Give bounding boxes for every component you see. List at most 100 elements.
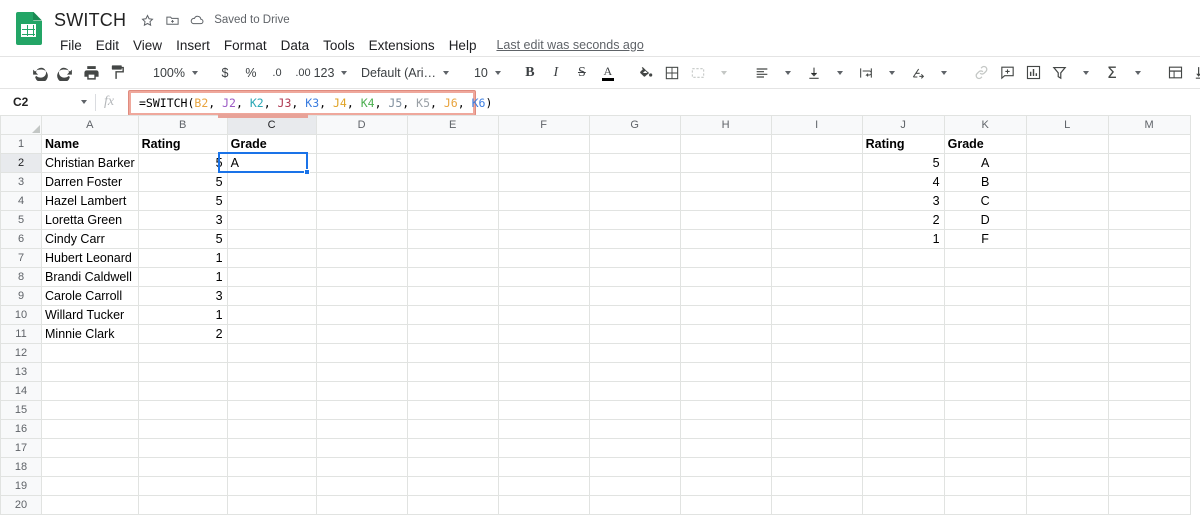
cell-F19[interactable]: [498, 477, 589, 496]
cell-A19[interactable]: [42, 477, 139, 496]
sheets-logo[interactable]: [10, 6, 48, 50]
cell-L14[interactable]: [1026, 382, 1108, 401]
cell-K8[interactable]: [944, 268, 1026, 287]
cell-J17[interactable]: [862, 439, 944, 458]
cell-M13[interactable]: [1108, 363, 1190, 382]
cell-F17[interactable]: [498, 439, 589, 458]
cell-L17[interactable]: [1026, 439, 1108, 458]
cell-I4[interactable]: [771, 192, 862, 211]
cell-D19[interactable]: [316, 477, 407, 496]
cell-C3[interactable]: [227, 173, 316, 192]
cell-E6[interactable]: [407, 230, 498, 249]
cell-B3[interactable]: 5: [138, 173, 227, 192]
cell-C8[interactable]: [227, 268, 316, 287]
cell-I8[interactable]: [771, 268, 862, 287]
cell-K14[interactable]: [944, 382, 1026, 401]
cell-A7[interactable]: Hubert Leonard: [42, 249, 139, 268]
column-header-l[interactable]: L: [1026, 116, 1108, 135]
cell-G10[interactable]: [589, 306, 680, 325]
column-header-a[interactable]: A: [42, 116, 139, 135]
cell-K4[interactable]: C: [944, 192, 1026, 211]
select-all-corner[interactable]: [1, 116, 42, 135]
cell-C18[interactable]: [227, 458, 316, 477]
valign-dropdown[interactable]: [827, 60, 853, 86]
menu-help[interactable]: Help: [442, 36, 484, 55]
cell-F7[interactable]: [498, 249, 589, 268]
cell-B5[interactable]: 3: [138, 211, 227, 230]
cell-J15[interactable]: [862, 401, 944, 420]
cell-B19[interactable]: [138, 477, 227, 496]
cell-F20[interactable]: [498, 496, 589, 515]
indent-less-icon[interactable]: [1189, 60, 1200, 86]
cell-F15[interactable]: [498, 401, 589, 420]
cell-H17[interactable]: [680, 439, 771, 458]
cell-I9[interactable]: [771, 287, 862, 306]
cell-G14[interactable]: [589, 382, 680, 401]
cell-E15[interactable]: [407, 401, 498, 420]
cell-A14[interactable]: [42, 382, 139, 401]
cell-H12[interactable]: [680, 344, 771, 363]
cell-B17[interactable]: [138, 439, 227, 458]
cell-E9[interactable]: [407, 287, 498, 306]
cell-A5[interactable]: Loretta Green: [42, 211, 139, 230]
menu-tools[interactable]: Tools: [316, 36, 362, 55]
cell-J9[interactable]: [862, 287, 944, 306]
cell-K20[interactable]: [944, 496, 1026, 515]
cell-H3[interactable]: [680, 173, 771, 192]
cell-B15[interactable]: [138, 401, 227, 420]
freeze-icon[interactable]: [1163, 60, 1189, 86]
cell-M6[interactable]: [1108, 230, 1190, 249]
cell-F11[interactable]: [498, 325, 589, 344]
chart-icon[interactable]: [1021, 60, 1047, 86]
cell-K15[interactable]: [944, 401, 1026, 420]
cell-L19[interactable]: [1026, 477, 1108, 496]
cell-D15[interactable]: [316, 401, 407, 420]
cell-C7[interactable]: [227, 249, 316, 268]
cell-G3[interactable]: [589, 173, 680, 192]
move-to-folder-icon[interactable]: [161, 9, 183, 31]
cell-G6[interactable]: [589, 230, 680, 249]
cell-I12[interactable]: [771, 344, 862, 363]
cell-F16[interactable]: [498, 420, 589, 439]
text-rotation-icon[interactable]: [905, 60, 931, 86]
row-header-8[interactable]: 8: [1, 268, 42, 287]
cell-M19[interactable]: [1108, 477, 1190, 496]
cell-D7[interactable]: [316, 249, 407, 268]
cell-G5[interactable]: [589, 211, 680, 230]
cell-M5[interactable]: [1108, 211, 1190, 230]
cell-M9[interactable]: [1108, 287, 1190, 306]
strikethrough-button[interactable]: S: [569, 60, 595, 86]
cell-I19[interactable]: [771, 477, 862, 496]
cell-F10[interactable]: [498, 306, 589, 325]
cell-M8[interactable]: [1108, 268, 1190, 287]
menu-format[interactable]: Format: [217, 36, 274, 55]
menu-insert[interactable]: Insert: [169, 36, 217, 55]
functions-dropdown[interactable]: [1125, 60, 1151, 86]
cell-J5[interactable]: 2: [862, 211, 944, 230]
bold-button[interactable]: B: [517, 60, 543, 86]
cell-C11[interactable]: [227, 325, 316, 344]
cell-E18[interactable]: [407, 458, 498, 477]
cell-E13[interactable]: [407, 363, 498, 382]
cell-A15[interactable]: [42, 401, 139, 420]
cell-E14[interactable]: [407, 382, 498, 401]
column-header-m[interactable]: M: [1108, 116, 1190, 135]
formula-input[interactable]: =SWITCH(B2, J2, K2, J3, K3, J4, K4, J5, …: [131, 93, 473, 113]
cell-E1[interactable]: [407, 135, 498, 154]
horizontal-align-icon[interactable]: [749, 60, 775, 86]
cell-D11[interactable]: [316, 325, 407, 344]
cell-F14[interactable]: [498, 382, 589, 401]
row-header-7[interactable]: 7: [1, 249, 42, 268]
row-header-4[interactable]: 4: [1, 192, 42, 211]
cell-B18[interactable]: [138, 458, 227, 477]
cell-I13[interactable]: [771, 363, 862, 382]
cell-A20[interactable]: [42, 496, 139, 515]
row-header-9[interactable]: 9: [1, 287, 42, 306]
currency-format-button[interactable]: $: [212, 60, 238, 86]
row-header-17[interactable]: 17: [1, 439, 42, 458]
cell-I7[interactable]: [771, 249, 862, 268]
font-size-selector[interactable]: 10: [462, 66, 505, 80]
cell-K6[interactable]: F: [944, 230, 1026, 249]
cell-H18[interactable]: [680, 458, 771, 477]
text-color-button[interactable]: A: [595, 60, 621, 86]
